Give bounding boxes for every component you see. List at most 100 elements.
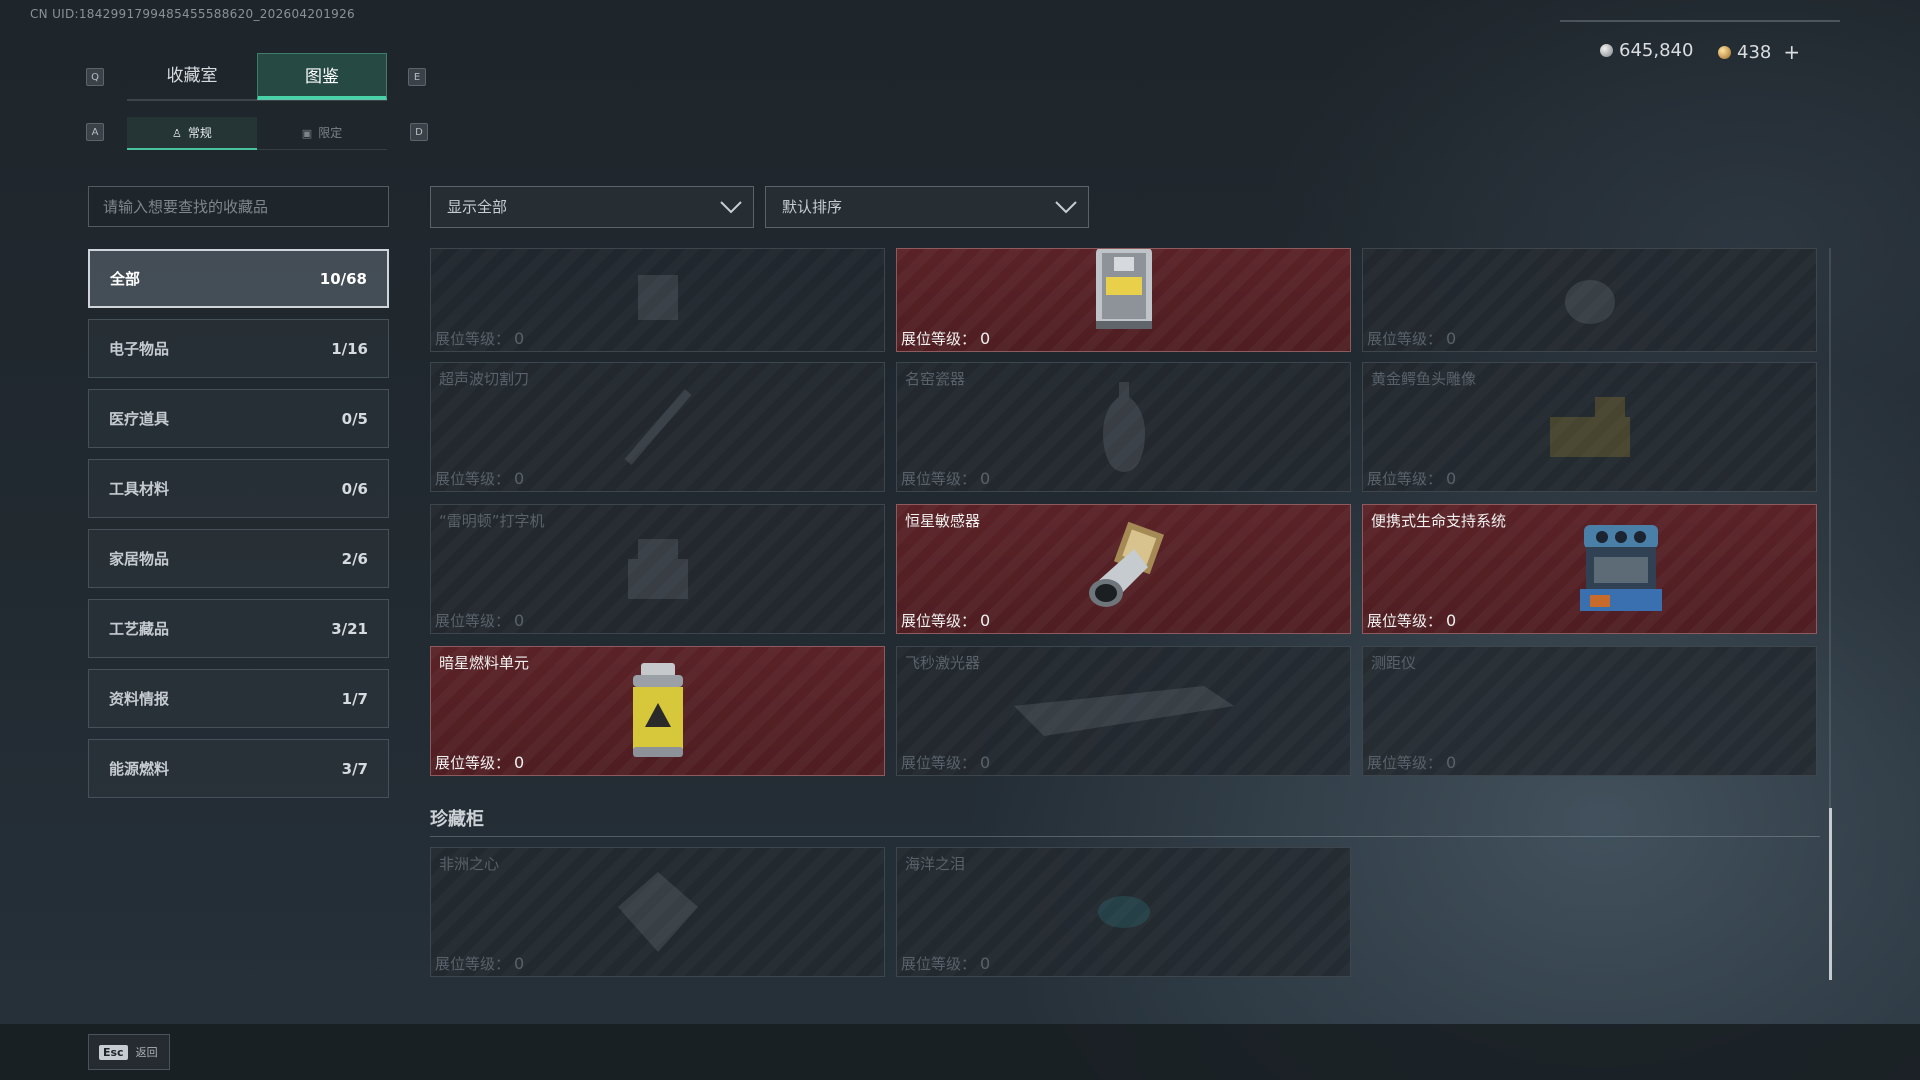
show-filter-dropdown[interactable]: 显示全部 [430, 186, 754, 228]
subtab-normal[interactable]: ♙ 常规 [127, 117, 257, 150]
item-level: 展位等级： 0 [901, 954, 991, 973]
lantern-device-icon [1095, 249, 1152, 329]
item-card[interactable]: “雷明顿”打字机 展位等级： 0 [430, 504, 885, 634]
uid-text: CN UID:1842991799485455588620_2026042019… [30, 7, 355, 21]
category-medical[interactable]: 医疗道具 0/5 [88, 389, 389, 448]
item-level: 展位等级： 0 [1367, 469, 1457, 488]
life-support-system-icon [1580, 525, 1663, 611]
item-card[interactable]: 测距仪 展位等级： 0 [1362, 646, 1817, 776]
item-name: “雷明顿”打字机 [439, 512, 545, 530]
chevron-down-icon [720, 201, 742, 214]
item-name: 超声波切割刀 [439, 370, 530, 388]
tab-atlas[interactable]: 图鉴 [257, 53, 387, 100]
item-card[interactable]: 非洲之心 展位等级： 0 [430, 847, 885, 977]
figure-icon: ♙ [172, 127, 182, 140]
collection-search-input[interactable] [88, 186, 389, 227]
porcelain-vase-icon [1102, 382, 1145, 472]
item-card[interactable]: 展位等级： 0 [430, 248, 885, 352]
subtab-limited[interactable]: ▣ 限定 [257, 117, 387, 150]
category-label: 工艺藏品 [109, 620, 170, 638]
subtab-normal-label: 常规 [187, 126, 212, 140]
key-hint-d: D [410, 123, 428, 141]
category-count: 1/7 [341, 689, 368, 708]
item-card[interactable]: 便携式生命支持系统 展位等级： 0 [1362, 504, 1817, 634]
category-label: 全部 [110, 270, 141, 288]
category-count: 0/6 [341, 479, 368, 498]
chevron-down-icon [1055, 201, 1077, 214]
category-count: 3/21 [331, 619, 368, 638]
item-name: 飞秒激光器 [905, 654, 981, 672]
diamond-icon [617, 872, 698, 952]
fuel-cell-icon [632, 663, 683, 757]
crocodile-statue-icon [1549, 397, 1630, 457]
item-level: 展位等级： 0 [435, 611, 525, 630]
key-hint-e: E [408, 68, 426, 86]
category-label: 家居物品 [109, 550, 170, 568]
section-divider [430, 836, 1820, 837]
category-all[interactable]: 全部 10/68 [88, 249, 389, 308]
category-label: 资料情报 [109, 690, 170, 708]
item-card[interactable]: 飞秒激光器 展位等级： 0 [896, 646, 1351, 776]
item-name: 测距仪 [1371, 654, 1417, 672]
category-count: 3/7 [341, 759, 368, 778]
item-name: 名窑瓷器 [905, 370, 966, 388]
item-name: 恒星敏感器 [905, 512, 981, 530]
typewriter-icon [627, 539, 688, 599]
back-label: 返回 [135, 1046, 158, 1059]
item-name: 海洋之泪 [905, 855, 966, 873]
sort-value: 默认排序 [782, 198, 843, 216]
category-household[interactable]: 家居物品 2/6 [88, 529, 389, 588]
item-card[interactable]: 名窑瓷器 展位等级： 0 [896, 362, 1351, 492]
item-card[interactable]: 展位等级： 0 [896, 248, 1351, 352]
silver-amount: 645,840 [1619, 40, 1694, 61]
gold-currency: 438 + [1718, 40, 1800, 64]
item-card[interactable]: 展位等级： 0 [1362, 248, 1817, 352]
category-label: 工具材料 [109, 480, 170, 498]
item-card[interactable]: 超声波切割刀 展位等级： 0 [430, 362, 885, 492]
item-level: 展位等级： 0 [901, 469, 991, 488]
item-level: 展位等级： 0 [435, 469, 525, 488]
section-title-treasure: 珍藏柜 [430, 809, 484, 830]
item-level: 展位等级： 0 [1367, 329, 1457, 348]
item-level: 展位等级： 0 [435, 753, 525, 772]
item-level: 展位等级： 0 [435, 329, 525, 348]
gold-coin-icon [1718, 45, 1731, 59]
item-card[interactable]: 海洋之泪 展位等级： 0 [896, 847, 1351, 977]
item-level: 展位等级： 0 [901, 611, 991, 630]
category-energy[interactable]: 能源燃料 3/7 [88, 739, 389, 798]
image-icon: ▣ [301, 127, 313, 140]
item-name: 暗星燃料单元 [439, 654, 530, 672]
category-electronics[interactable]: 电子物品 1/16 [88, 319, 389, 378]
item-silhouette-icon [637, 275, 678, 320]
subtab-limited-label: 限定 [318, 126, 343, 140]
star-sensor-icon [1088, 521, 1164, 607]
add-currency-button[interactable]: + [1783, 40, 1800, 64]
category-crafts[interactable]: 工艺藏品 3/21 [88, 599, 389, 658]
item-level: 展位等级： 0 [435, 954, 525, 973]
cutter-knife-icon [624, 389, 691, 465]
item-card[interactable]: 恒星敏感器 展位等级： 0 [896, 504, 1351, 634]
key-hint-a: A [86, 123, 104, 141]
category-count: 0/5 [341, 409, 368, 428]
top-decor-line [1560, 20, 1840, 22]
item-name: 便携式生命支持系统 [1371, 512, 1507, 530]
tab-collection-room[interactable]: 收藏室 [127, 53, 257, 100]
item-name: 黄金鳄鱼头雕像 [1371, 370, 1477, 388]
back-button[interactable]: Esc 返回 [88, 1034, 170, 1070]
category-tools[interactable]: 工具材料 0/6 [88, 459, 389, 518]
item-level: 展位等级： 0 [1367, 611, 1457, 630]
item-card[interactable]: 暗星燃料单元 展位等级： 0 [430, 646, 885, 776]
category-label: 医疗道具 [109, 410, 170, 428]
item-level: 展位等级： 0 [901, 329, 991, 348]
item-level: 展位等级： 0 [901, 753, 991, 772]
scrollbar-thumb[interactable] [1829, 808, 1832, 980]
sort-dropdown[interactable]: 默认排序 [765, 186, 1089, 228]
bottom-bar [0, 1024, 1920, 1080]
category-count: 2/6 [341, 549, 368, 568]
item-silhouette-icon [1564, 280, 1615, 324]
item-card[interactable]: 黄金鳄鱼头雕像 展位等级： 0 [1362, 362, 1817, 492]
category-label: 能源燃料 [109, 760, 170, 778]
laser-device-icon [1013, 686, 1234, 736]
category-intel[interactable]: 资料情报 1/7 [88, 669, 389, 728]
silver-currency: 645,840 [1600, 40, 1693, 61]
